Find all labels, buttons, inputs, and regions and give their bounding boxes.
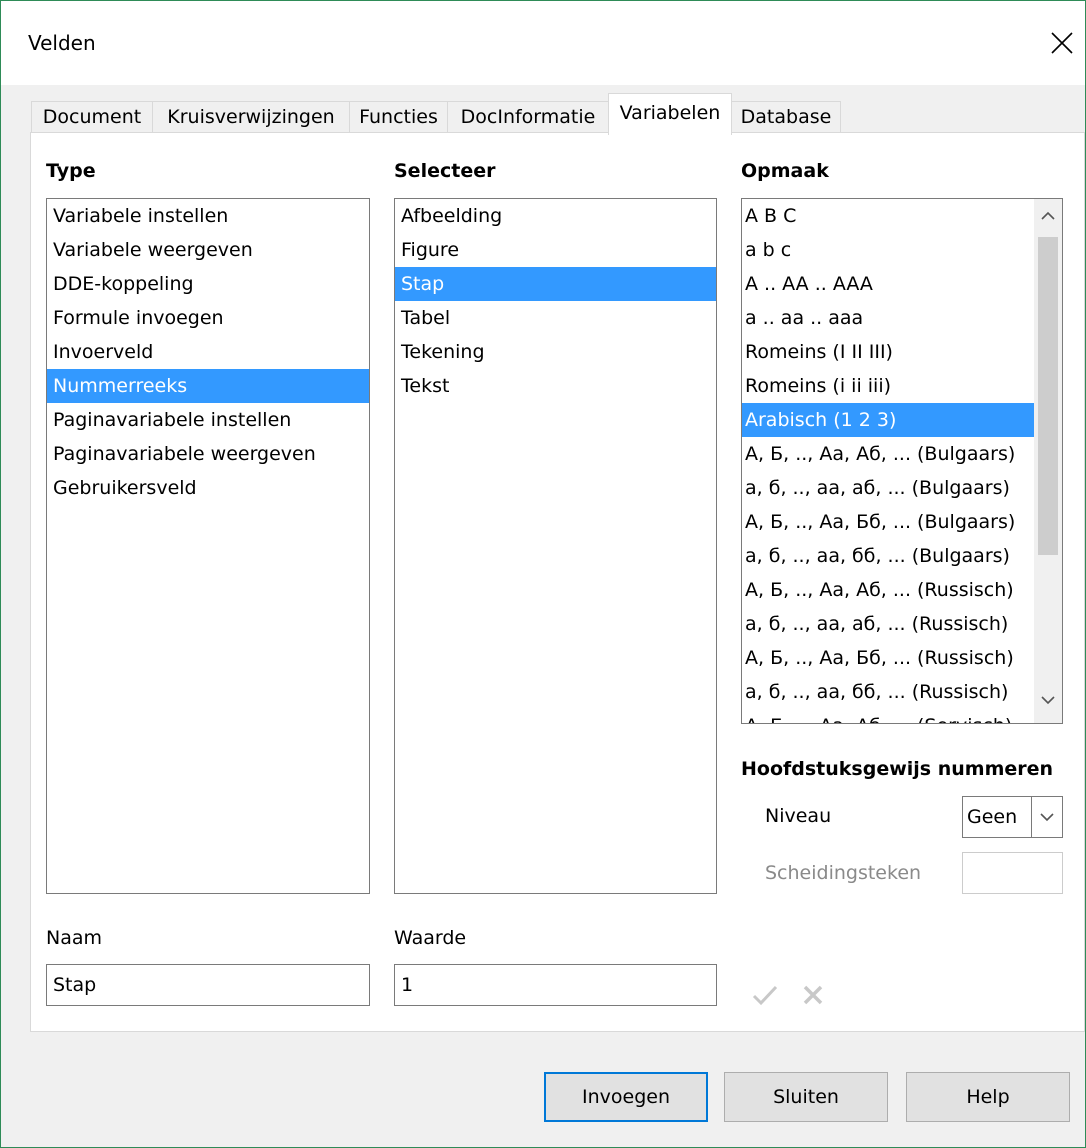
level-value: Geen bbox=[967, 806, 1018, 828]
format-scrollbar[interactable] bbox=[1034, 199, 1062, 723]
help-button[interactable]: Help bbox=[906, 1072, 1070, 1122]
dialog-title: Velden bbox=[28, 31, 96, 55]
checkmark-icon bbox=[752, 985, 778, 1006]
list-item[interactable]: Tabel bbox=[395, 301, 716, 335]
list-item[interactable]: А, Б, .., Аа, Бб, ... (Russisch) bbox=[742, 641, 1034, 675]
select-list[interactable]: Afbeelding Figure Stap Tabel Tekening Te… bbox=[394, 198, 717, 894]
separator-label: Scheidingsteken bbox=[765, 862, 922, 884]
list-item[interactable]: Romeins (I II III) bbox=[742, 335, 1034, 369]
insert-button[interactable]: Invoegen bbox=[544, 1072, 708, 1122]
list-item[interactable]: А, Б, .., Аа, Аб, ... (Servisch) bbox=[742, 709, 1034, 723]
list-item[interactable]: a .. aa .. aaa bbox=[742, 301, 1034, 335]
list-item[interactable]: Tekening bbox=[395, 335, 716, 369]
name-label: Naam bbox=[46, 927, 103, 949]
list-item[interactable]: а, б, .., аа, бб, ... (Russisch) bbox=[742, 675, 1034, 709]
scroll-thumb[interactable] bbox=[1038, 237, 1058, 555]
level-select[interactable]: Geen bbox=[962, 796, 1063, 838]
list-item[interactable]: Afbeelding bbox=[395, 199, 716, 233]
scroll-down-button[interactable] bbox=[1034, 683, 1062, 717]
list-item[interactable]: DDE-koppeling bbox=[47, 267, 369, 301]
chevron-down-icon bbox=[1040, 813, 1054, 822]
apply-button[interactable] bbox=[751, 981, 779, 1009]
name-field[interactable]: Stap bbox=[46, 964, 370, 1006]
title-bar: Velden bbox=[1, 1, 1085, 85]
list-item[interactable]: а, б, .., аа, аб, ... (Russisch) bbox=[742, 607, 1034, 641]
list-item[interactable]: Figure bbox=[395, 233, 716, 267]
type-heading: Type bbox=[46, 160, 96, 182]
list-item[interactable]: Tekst bbox=[395, 369, 716, 403]
tab-docinformation[interactable]: DocInformatie bbox=[447, 101, 609, 133]
tab-variables[interactable]: Variabelen bbox=[608, 93, 732, 135]
select-heading: Selecteer bbox=[394, 160, 496, 182]
value-label: Waarde bbox=[394, 927, 467, 949]
list-item[interactable]: Formule invoegen bbox=[47, 301, 369, 335]
list-item-selected[interactable]: Stap bbox=[395, 267, 716, 301]
list-item[interactable]: А, Б, .., Аа, Бб, ... (Bulgaars) bbox=[742, 505, 1034, 539]
list-item[interactable]: Gebruikersveld bbox=[47, 471, 369, 505]
close-icon bbox=[1051, 32, 1073, 54]
chevron-up-icon bbox=[1041, 211, 1055, 220]
list-item[interactable]: Variabele instellen bbox=[47, 199, 369, 233]
type-list[interactable]: Variabele instellen Variabele weergeven … bbox=[46, 198, 370, 894]
list-item[interactable]: а, б, .., аа, аб, ... (Bulgaars) bbox=[742, 471, 1034, 505]
fields-dialog: Velden Document Kruisverwijzingen Functi… bbox=[0, 0, 1086, 1148]
format-heading: Opmaak bbox=[741, 160, 829, 182]
scroll-up-button[interactable] bbox=[1034, 199, 1062, 233]
list-item[interactable]: А, Б, .., Аа, Аб, ... (Bulgaars) bbox=[742, 437, 1034, 471]
chevron-down-icon bbox=[1041, 696, 1055, 705]
value-field[interactable]: 1 bbox=[394, 964, 717, 1006]
list-item[interactable]: A .. AA .. AAA bbox=[742, 267, 1034, 301]
level-dropdown-button[interactable] bbox=[1031, 797, 1062, 837]
list-item[interactable]: Paginavariabele instellen bbox=[47, 403, 369, 437]
list-item[interactable]: Variabele weergeven bbox=[47, 233, 369, 267]
tab-functions[interactable]: Functies bbox=[349, 101, 448, 133]
list-item-selected[interactable]: Nummerreeks bbox=[47, 369, 369, 403]
close-window-button[interactable] bbox=[1047, 28, 1077, 58]
tab-document[interactable]: Document bbox=[31, 101, 153, 133]
list-item[interactable]: a b c bbox=[742, 233, 1034, 267]
delete-button[interactable] bbox=[799, 981, 827, 1009]
close-button[interactable]: Sluiten bbox=[724, 1072, 888, 1122]
level-label: Niveau bbox=[765, 805, 832, 827]
tab-database[interactable]: Database bbox=[731, 101, 841, 133]
list-item[interactable]: а, б, .., аа, бб, ... (Bulgaars) bbox=[742, 539, 1034, 573]
list-item[interactable]: Invoerveld bbox=[47, 335, 369, 369]
list-item[interactable]: Romeins (i ii iii) bbox=[742, 369, 1034, 403]
chapter-numbering-heading: Hoofdstuksgewijs nummeren bbox=[741, 758, 1054, 780]
format-list[interactable]: A B C a b c A .. AA .. AAA a .. aa .. aa… bbox=[741, 198, 1063, 724]
list-item[interactable]: A B C bbox=[742, 199, 1034, 233]
tab-cross-references[interactable]: Kruisverwijzingen bbox=[152, 101, 350, 133]
separator-field[interactable] bbox=[962, 852, 1063, 894]
list-item-selected[interactable]: Arabisch (1 2 3) bbox=[742, 403, 1034, 437]
delete-icon bbox=[803, 985, 823, 1005]
list-item[interactable]: Paginavariabele weergeven bbox=[47, 437, 369, 471]
list-item[interactable]: А, Б, .., Аа, Аб, ... (Russisch) bbox=[742, 573, 1034, 607]
